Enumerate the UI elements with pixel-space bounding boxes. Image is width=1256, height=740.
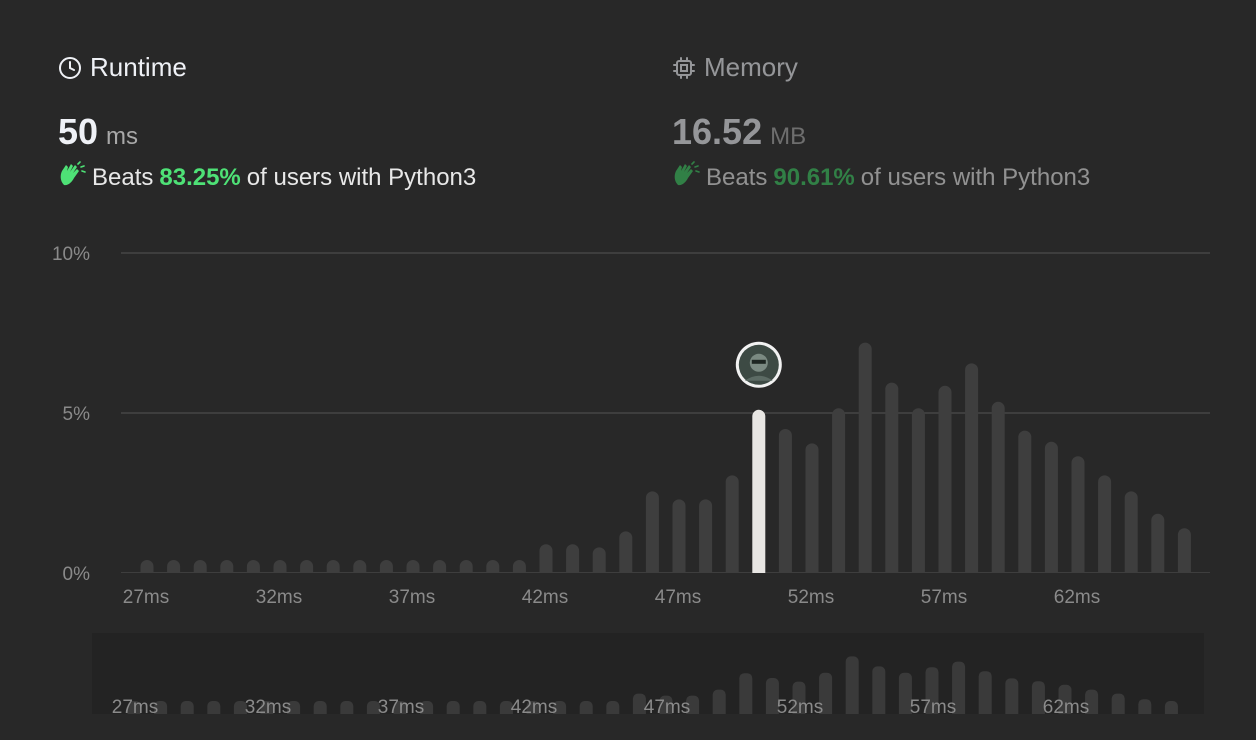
mini-x-tick-label: 57ms — [910, 697, 956, 718]
mini-x-tick-label: 37ms — [378, 697, 424, 718]
mini-x-tick-label: 52ms — [777, 697, 823, 718]
mini-x-tick-label: 32ms — [245, 697, 291, 718]
mini-x-tick-label: 42ms — [511, 697, 557, 718]
range-navigator-bars: 27ms 32ms 37ms 42ms 47ms 52ms 57ms 62ms — [80, 656, 1220, 740]
mini-bar — [872, 666, 886, 722]
mini-x-tick-label: 62ms — [1043, 697, 1089, 718]
mini-x-tick-label: 27ms — [112, 697, 158, 718]
submission-stats-panel: Runtime 50 ms Beats 83.25% of users with… — [0, 0, 1256, 740]
mini-x-tick-label: 47ms — [644, 697, 690, 718]
mini-bar — [845, 656, 859, 722]
